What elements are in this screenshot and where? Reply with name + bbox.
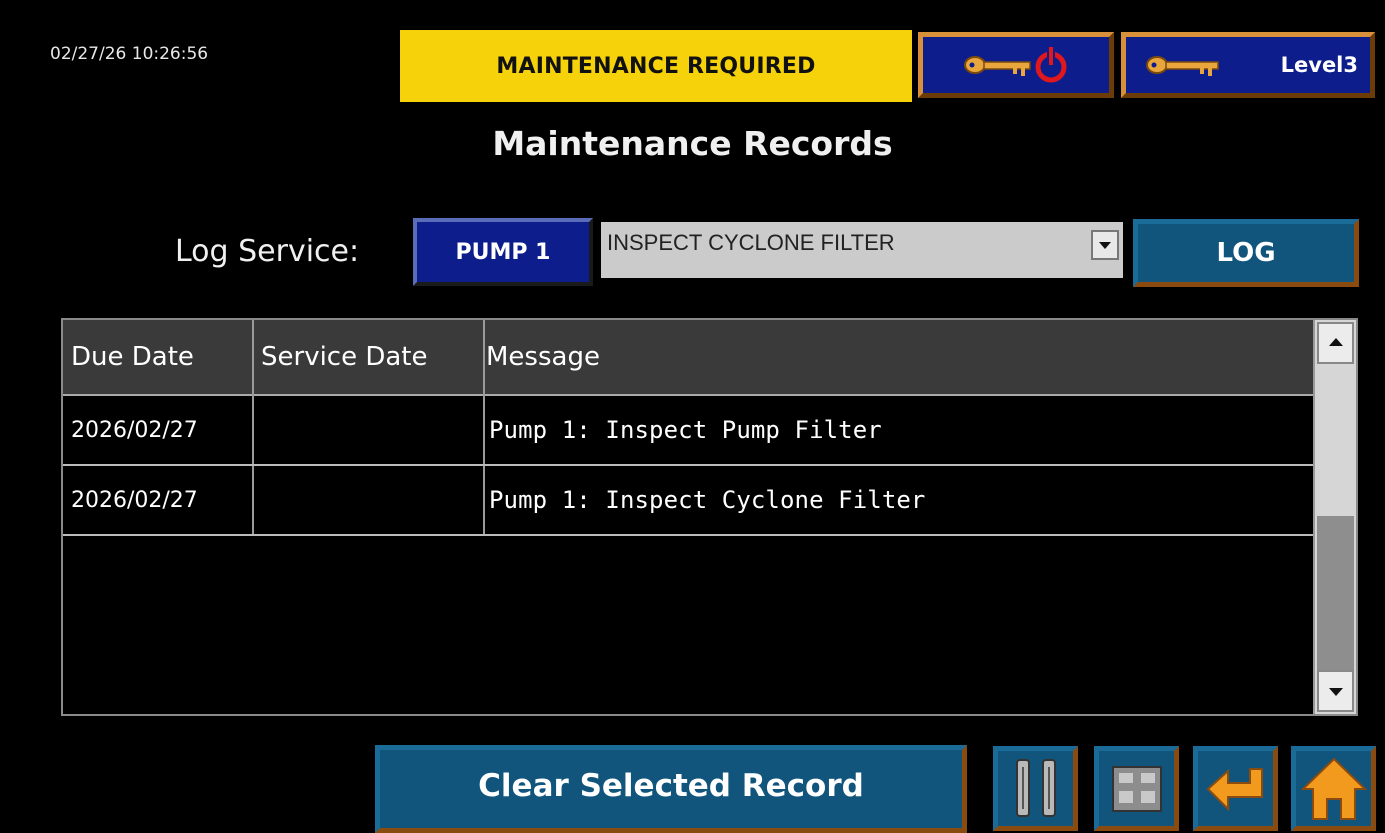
user-level-button[interactable]: Level3 [1121, 32, 1375, 98]
log-button[interactable]: LOG [1133, 219, 1359, 287]
table-cell-message[interactable]: Pump 1: Inspect Cyclone Filter [485, 466, 1313, 534]
home-icon [1300, 757, 1367, 820]
table-scrollbar[interactable] [1313, 320, 1356, 714]
valves-nav-button[interactable] [1094, 746, 1179, 831]
pumps-nav-button[interactable] [993, 746, 1078, 831]
table-header: Due Date Service Date Message [63, 320, 1313, 396]
column-header-message[interactable]: Message [484, 320, 1313, 394]
scroll-up-icon[interactable] [1317, 322, 1354, 364]
table-cell-due-date[interactable]: 2026/02/27 [63, 466, 252, 534]
table-cell-service-date[interactable] [254, 396, 483, 464]
maintenance-alarm-banner[interactable]: MAINTENANCE REQUIRED [400, 30, 912, 102]
page-title: Maintenance Records [492, 124, 893, 163]
pumps-icon [1015, 758, 1056, 817]
key-icon [1146, 56, 1219, 76]
scrollbar-thumb[interactable] [1317, 516, 1354, 670]
home-button[interactable] [1291, 746, 1376, 831]
service-dropdown[interactable]: INSPECT CYCLONE FILTER [601, 222, 1123, 278]
row-divider [63, 534, 1313, 536]
pump-select-button[interactable]: PUMP 1 [413, 218, 593, 286]
table-cell-due-date[interactable]: 2026/02/27 [63, 396, 252, 464]
clear-selected-record-button[interactable]: Clear Selected Record [375, 745, 967, 833]
logout-button[interactable] [918, 32, 1114, 98]
back-button[interactable] [1193, 746, 1278, 831]
back-arrow-icon [1206, 767, 1263, 811]
scroll-down-icon[interactable] [1317, 670, 1354, 712]
valves-icon [1111, 765, 1162, 812]
column-header-service-date[interactable]: Service Date [253, 320, 484, 394]
log-service-label: Log Service: [175, 234, 360, 269]
table-cell-service-date[interactable] [254, 466, 483, 534]
key-icon [964, 47, 1067, 83]
maintenance-records-table: Due Date Service Date Message 2026/02/27… [61, 318, 1358, 716]
column-header-due-date[interactable]: Due Date [63, 320, 253, 394]
user-level-label: Level3 [1280, 53, 1358, 77]
table-cell-message[interactable]: Pump 1: Inspect Pump Filter [485, 396, 1313, 464]
datetime-readout: 02/27/26 10:26:56 [50, 44, 209, 64]
service-dropdown-value: INSPECT CYCLONE FILTER [607, 230, 895, 255]
chevron-down-icon[interactable] [1091, 230, 1119, 260]
